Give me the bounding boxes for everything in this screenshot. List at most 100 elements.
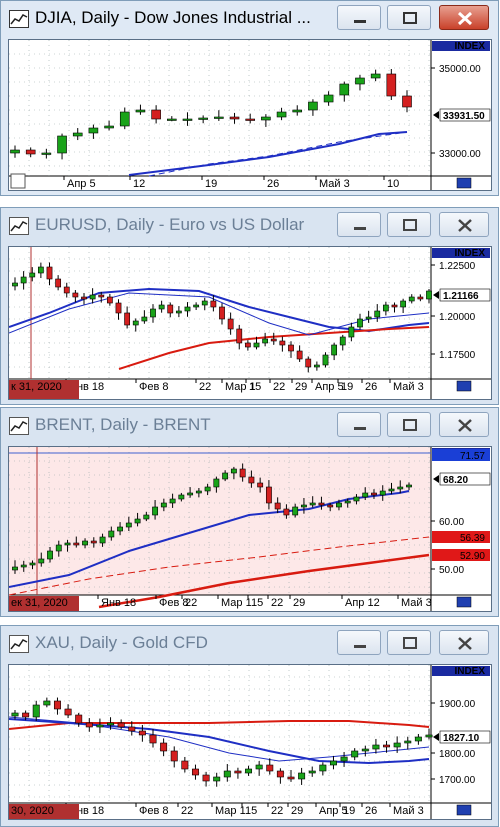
candle-body <box>115 302 122 314</box>
candle-body <box>96 724 104 728</box>
last-price-label: 1827.10 <box>443 733 480 744</box>
scroll-end-button[interactable] <box>456 177 472 189</box>
candle-body <box>229 116 240 120</box>
plot-area <box>9 665 431 803</box>
candle-body <box>182 118 193 121</box>
time-label: Янв 18 <box>101 597 136 609</box>
candle-body <box>279 340 286 346</box>
candle-body <box>117 722 125 728</box>
time-label: Май 3 <box>393 381 424 393</box>
candle-body <box>266 764 274 772</box>
brent-chart[interactable]: INDEX60.0050.0071.5756.3952.9068.20Янв 1… <box>8 446 492 612</box>
time-label: Май 3 <box>401 597 432 609</box>
scroll-end-button[interactable] <box>456 804 472 816</box>
candle-body <box>73 542 80 546</box>
candle-body <box>255 764 263 770</box>
candle-body <box>119 111 130 127</box>
candle-body <box>222 472 229 480</box>
candle-body <box>391 304 398 308</box>
plot-area <box>9 40 431 176</box>
time-label: 22 <box>185 597 197 609</box>
candle-body <box>374 310 381 318</box>
candle-body <box>117 526 123 532</box>
djia-chart[interactable]: INDEX 35000.00 33000.00 33931.50 Апр 5 12 19 26… <box>8 39 492 191</box>
time-label: Май 3 <box>319 178 350 190</box>
candle-body <box>339 83 350 96</box>
close-button[interactable] <box>439 630 489 655</box>
candle-body <box>253 342 260 348</box>
time-label: 10 <box>387 178 399 190</box>
candle-body <box>20 564 27 568</box>
minimize-button[interactable] <box>337 212 381 237</box>
time-label: Апр 5 <box>315 381 344 393</box>
time-label: 29 <box>291 805 303 817</box>
maximize-button[interactable] <box>387 5 431 30</box>
candle-body <box>201 300 208 306</box>
candle-body <box>351 750 359 758</box>
minimize-button[interactable] <box>337 412 381 437</box>
close-button[interactable] <box>439 5 489 30</box>
maximize-button[interactable] <box>387 630 431 655</box>
maximize-button[interactable] <box>387 412 431 437</box>
candle-body <box>379 490 386 496</box>
scroll-end-button[interactable] <box>456 380 472 392</box>
candle-body <box>262 338 269 344</box>
candle-body <box>309 502 316 506</box>
candle-body <box>327 504 334 508</box>
candle-body <box>365 316 372 320</box>
price-flag-label: 56.39 <box>460 533 485 544</box>
candle-body <box>90 540 97 544</box>
candle-body <box>138 730 146 736</box>
candle-body <box>178 494 185 500</box>
candle-body <box>104 125 114 129</box>
time-label: Мар 1 <box>221 597 252 609</box>
close-button[interactable] <box>439 412 489 437</box>
candle-body <box>339 336 346 346</box>
xau-chart[interactable]: INDEX 1900.00 1800.00 1700.00 1827.10 Янв 18 Ф… <box>8 664 492 820</box>
candle-body <box>331 344 338 356</box>
eurusd-window[interactable]: EURUSD, Daily - Euro vs US Dollar INDEX 1… <box>0 207 499 405</box>
djia-window[interactable]: DJIA, Daily - Dow Jones Industrial ... I… <box>0 0 499 196</box>
candle-body <box>106 296 113 304</box>
candle-body <box>292 506 299 516</box>
candle-body <box>308 770 316 774</box>
brent-titlebar[interactable]: BRENT, Daily - BRENT <box>1 408 498 446</box>
candle-body <box>372 744 380 750</box>
candle-body <box>362 492 369 498</box>
minimize-button[interactable] <box>337 630 381 655</box>
candle-body <box>43 700 51 706</box>
candle-body <box>292 109 303 113</box>
candle-body <box>99 536 106 544</box>
candle-body <box>426 290 432 300</box>
xau-window[interactable]: XAU, Daily - Gold CFD INDEX 1900.00 1800.0… <box>0 625 499 827</box>
candle-body <box>82 540 88 546</box>
candle-body <box>150 308 156 318</box>
eurusd-chart[interactable]: INDEX 1.22500 1.20000 1.17500 1.21166 Янв 18 Ф… <box>8 246 492 400</box>
djia-titlebar[interactable]: DJIA, Daily - Dow Jones Industrial ... <box>1 1 498 39</box>
candle-body <box>160 502 167 508</box>
candle-body <box>400 300 407 308</box>
candle-body <box>204 486 211 492</box>
candle-body <box>370 73 381 79</box>
brent-window[interactable]: BRENT, Daily - BRENT INDEX60.0050.0071.5… <box>0 407 499 617</box>
minimize-button[interactable] <box>337 5 381 30</box>
candle-body <box>152 506 159 516</box>
candle-body <box>223 770 231 778</box>
window-title: XAU, Daily - Gold CFD <box>35 633 208 652</box>
eurusd-titlebar[interactable]: EURUSD, Daily - Euro vs US Dollar <box>1 208 498 246</box>
time-label: Май 3 <box>393 805 424 817</box>
candle-body <box>85 722 93 728</box>
close-button[interactable] <box>439 212 489 237</box>
window-title: DJIA, Daily - Dow Jones Industrial ... <box>35 8 311 27</box>
scroll-end-button[interactable] <box>456 596 472 608</box>
maximize-button[interactable] <box>387 212 431 237</box>
time-label: Апр 5 <box>67 178 96 190</box>
candle-body <box>336 502 342 508</box>
time-label: 22 <box>271 597 283 609</box>
time-label: 22 <box>271 805 283 817</box>
candle-body <box>107 722 115 726</box>
candle-body <box>57 135 67 154</box>
candle-body <box>393 742 401 748</box>
candle-body <box>386 73 397 97</box>
xau-titlebar[interactable]: XAU, Daily - Gold CFD <box>1 626 498 664</box>
